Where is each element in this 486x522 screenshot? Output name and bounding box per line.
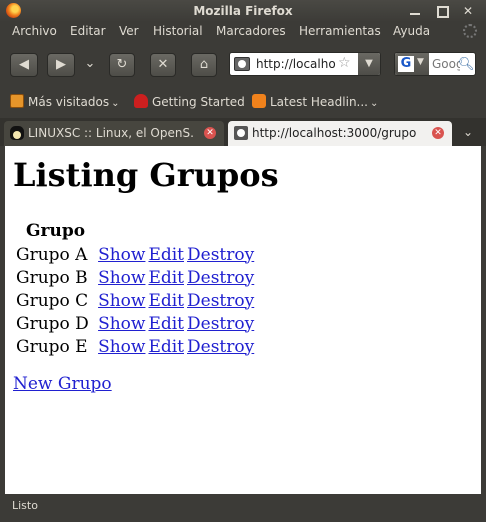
edit-link[interactable]: Edit: [148, 291, 184, 311]
menu-bar: Archivo Editar Ver Historial Marcadores …: [0, 22, 486, 42]
edit-link[interactable]: Edit: [148, 245, 184, 265]
google-icon: G: [398, 56, 414, 72]
column-header-grupo: Grupo: [26, 221, 86, 241]
destroy-link[interactable]: Destroy: [187, 314, 254, 334]
url-history-dropdown[interactable]: ▼: [358, 53, 380, 75]
url-bar[interactable]: http://localhost:3000/grupos ☆ ▼: [229, 52, 381, 76]
tab-label: LINUXSC :: Linux, el OpenS...: [28, 126, 193, 140]
url-input[interactable]: http://localhost:3000/grupos: [256, 57, 336, 71]
destroy-link[interactable]: Destroy: [187, 291, 254, 311]
page-title: Listing Grupos: [13, 156, 279, 194]
edit-link[interactable]: Edit: [148, 314, 184, 334]
destroy-link[interactable]: Destroy: [187, 245, 254, 265]
minimize-button[interactable]: [407, 3, 423, 19]
menu-editar[interactable]: Editar: [70, 24, 106, 38]
chevron-down-icon: ▼: [417, 57, 424, 67]
status-bar: Listo: [0, 496, 486, 522]
reload-button[interactable]: ↻: [109, 53, 135, 77]
close-tab-icon[interactable]: ✕: [432, 127, 444, 139]
search-input[interactable]: Google: [432, 57, 460, 71]
grupo-name: Grupo D: [16, 313, 89, 334]
menu-archivo[interactable]: Archivo: [12, 24, 57, 38]
chevron-down-icon: ⌄: [111, 98, 120, 109]
new-grupo-link[interactable]: New Grupo: [13, 374, 112, 394]
bookmark-getting-started[interactable]: Getting Started: [134, 94, 245, 109]
menu-historial[interactable]: Historial: [153, 24, 203, 38]
title-bar: Mozilla Firefox ✕: [0, 0, 486, 22]
home-button[interactable]: ⌂: [191, 53, 217, 77]
search-engine-selector[interactable]: G ▼: [395, 53, 429, 75]
page-icon: [234, 126, 248, 140]
back-button[interactable]: ◀: [10, 53, 38, 77]
redhat-icon: [134, 94, 148, 108]
table-header-row: Grupo: [16, 220, 254, 242]
bookmark-mas-visitados[interactable]: Más visitados ⌄: [10, 94, 119, 109]
arrow-left-icon: ◀: [19, 57, 29, 72]
stop-button[interactable]: ✕: [150, 53, 176, 77]
show-link[interactable]: Show: [98, 245, 145, 265]
bookmark-label: Más visitados: [28, 95, 110, 109]
bookmark-latest-headlines[interactable]: Latest Headlin... ⌄: [252, 94, 378, 109]
search-icon[interactable]: 🔍︎: [458, 57, 475, 72]
tab-bar: LINUXSC :: Linux, el OpenS... ✕ http://l…: [0, 118, 486, 146]
grupo-name: Grupo B: [16, 267, 88, 288]
folder-icon: [10, 94, 24, 108]
destroy-link[interactable]: Destroy: [187, 337, 254, 357]
show-link[interactable]: Show: [98, 337, 145, 357]
menu-ver[interactable]: Ver: [119, 24, 139, 38]
reload-icon: ↻: [116, 57, 128, 72]
maximize-button[interactable]: [434, 3, 450, 19]
site-identity-icon[interactable]: [234, 57, 250, 71]
table-row: Grupo E Show Edit Destroy: [16, 336, 254, 357]
show-link[interactable]: Show: [98, 291, 145, 311]
tab-label: http://localhost:3000/grupos: [252, 126, 417, 140]
grupos-table: Grupo Grupo A Show Edit Destroy Grupo B …: [13, 218, 257, 359]
grupo-name: Grupo C: [16, 290, 89, 311]
bookmarks-toolbar: Más visitados ⌄ Getting Started Latest He…: [0, 90, 486, 114]
destroy-link[interactable]: Destroy: [187, 268, 254, 288]
home-icon: ⌂: [199, 57, 209, 72]
history-dropdown-button[interactable]: ⌄: [82, 53, 98, 77]
forward-button[interactable]: ▶: [47, 53, 75, 77]
chevron-down-icon: ⌄: [84, 56, 96, 71]
stop-icon: ✕: [157, 57, 169, 72]
menu-ayuda[interactable]: Ayuda: [393, 24, 430, 38]
grupo-name: Grupo A: [16, 244, 88, 265]
table-row: Grupo C Show Edit Destroy: [16, 290, 254, 311]
tab-linuxsc[interactable]: LINUXSC :: Linux, el OpenS... ✕: [4, 121, 224, 146]
search-bar[interactable]: G ▼ Google 🔍︎: [394, 52, 476, 76]
list-all-tabs-button[interactable]: ⌄: [458, 122, 478, 142]
bookmark-label: Latest Headlin...: [270, 95, 368, 109]
edit-link[interactable]: Edit: [148, 268, 184, 288]
menu-marcadores[interactable]: Marcadores: [216, 24, 286, 38]
menu-herramientas[interactable]: Herramientas: [299, 24, 381, 38]
bookmark-label: Getting Started: [152, 95, 245, 109]
tab-localhost-grupos[interactable]: http://localhost:3000/grupos ✕: [228, 121, 452, 146]
page-content: Listing Grupos Grupo Grupo A Show Edit D…: [5, 146, 481, 494]
show-link[interactable]: Show: [98, 268, 145, 288]
table-row: Grupo B Show Edit Destroy: [16, 267, 254, 288]
edit-link[interactable]: Edit: [148, 337, 184, 357]
show-link[interactable]: Show: [98, 314, 145, 334]
grupo-name: Grupo E: [16, 336, 88, 357]
close-window-button[interactable]: ✕: [460, 3, 476, 19]
rss-icon: [252, 94, 266, 108]
arrow-right-icon: ▶: [56, 57, 66, 72]
tux-icon: [10, 126, 24, 140]
browser-window: Mozilla Firefox ✕ Archivo Editar Ver His…: [0, 0, 486, 522]
table-row: Grupo D Show Edit Destroy: [16, 313, 254, 334]
status-text: Listo: [12, 499, 38, 512]
activity-throbber-icon: [463, 24, 477, 38]
close-tab-icon[interactable]: ✕: [204, 127, 216, 139]
chevron-down-icon: ⌄: [370, 98, 379, 109]
chevron-down-icon: ⌄: [462, 125, 474, 139]
bookmark-star-icon[interactable]: ☆: [338, 55, 351, 71]
table-row: Grupo A Show Edit Destroy: [16, 244, 254, 265]
